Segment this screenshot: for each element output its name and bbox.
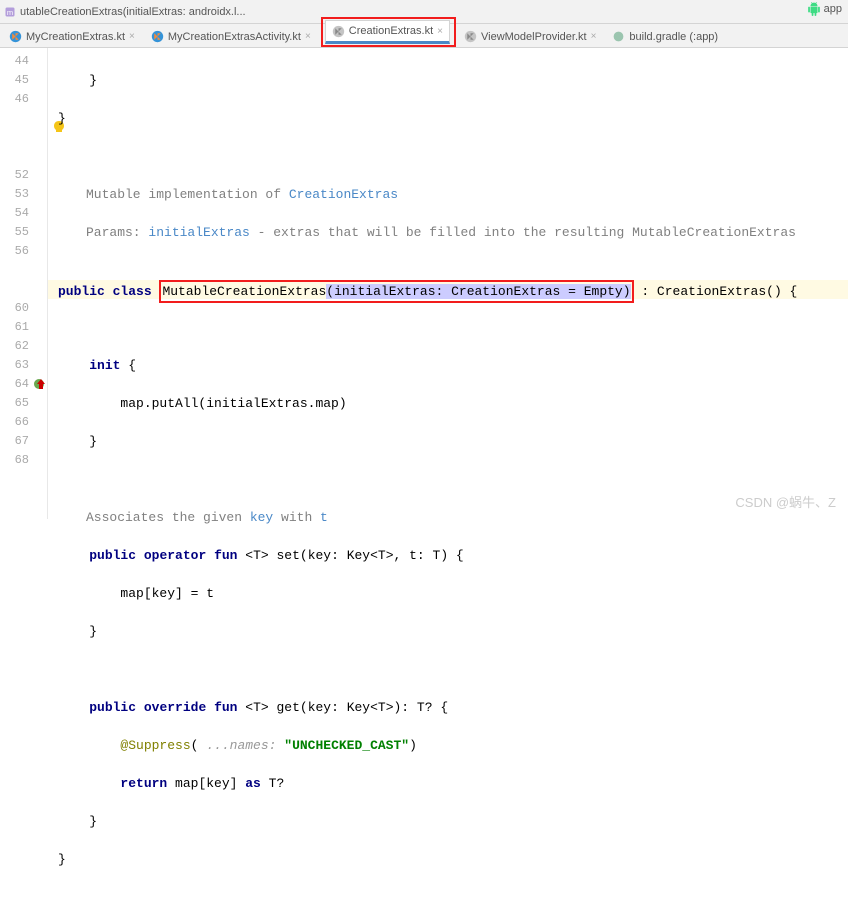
code-line: } [48,812,848,831]
line-number [0,109,47,128]
tab-viewmodelprovider[interactable]: ViewModelProvider.kt× [457,25,603,47]
code-line: return map[key] as T? [48,774,848,793]
line-number [0,261,47,280]
code-content[interactable]: } } Mutable implementation of CreationEx… [48,48,848,519]
kotlin-file-icon [151,30,164,43]
line-gutter: 44 45 46 52 53 54 55 56 60 61 62 63 64 6… [0,48,48,519]
tab-mycreationextrasactivity[interactable]: MyCreationExtrasActivity.kt× [144,25,318,47]
code-line [48,470,848,489]
line-number: 68 [0,451,47,470]
editor-area[interactable]: 44 45 46 52 53 54 55 56 60 61 62 63 64 6… [0,48,848,519]
tab-buildgradle[interactable]: build.gradle (:app) [605,25,725,47]
line-number: 56 [0,242,47,261]
line-number [0,280,47,299]
code-line [48,318,848,337]
line-number: 63 [0,356,47,375]
code-line: map[key] = t [48,584,848,603]
code-line [48,660,848,679]
line-number: 44 [0,52,47,71]
svg-text:m: m [7,8,13,17]
line-number: 46 [0,90,47,109]
code-line: } [48,850,848,869]
code-line: } [48,622,848,641]
code-line: init { [48,356,848,375]
code-line: } [48,432,848,451]
run-config[interactable]: app [807,2,842,16]
line-number: 62 [0,337,47,356]
line-number: 64 [0,375,47,394]
code-line: map.putAll(initialExtras.map) [48,394,848,413]
kotlin-file-icon [464,30,477,43]
close-icon[interactable]: × [305,31,311,42]
tab-creationextras[interactable]: CreationExtras.kt× [325,20,450,44]
code-line [48,261,848,280]
line-number: 53 [0,185,47,204]
line-number: 60 [0,299,47,318]
kotlin-file-icon [9,30,22,43]
code-line: @Suppress( ...names: "UNCHECKED_CAST") [48,736,848,755]
line-number: 52 [0,166,47,185]
line-number: 45 [0,71,47,90]
line-number [0,147,47,166]
highlighted-tab-box: CreationExtras.kt× [321,17,456,47]
line-number: 61 [0,318,47,337]
tab-mycreationextras[interactable]: MyCreationExtras.kt× [2,25,142,47]
close-icon[interactable]: × [129,31,135,42]
code-line: public override fun <T> get(key: Key<T>)… [48,698,848,717]
code-line: } [48,71,848,90]
line-number: 54 [0,204,47,223]
method-icon: m [4,6,16,18]
doc-line: Mutable implementation of CreationExtras [48,185,848,204]
doc-line: Associates the given key with t [48,508,848,527]
doc-line: Params: initialExtras - extras that will… [48,223,848,242]
android-icon [807,2,821,16]
close-icon[interactable]: × [591,31,597,42]
line-number: 66 [0,413,47,432]
line-number: 65 [0,394,47,413]
kotlin-file-icon [332,25,345,38]
code-line [48,147,848,166]
line-number [0,128,47,147]
watermark: CSDN @蜗牛、Z [735,492,836,511]
editor-tabs: MyCreationExtras.kt× MyCreationExtrasAct… [0,24,848,48]
breadcrumb-text: utableCreationExtras(initialExtras: andr… [20,6,246,18]
gradle-file-icon [612,30,625,43]
highlighted-class-box: MutableCreationExtras(initialExtras: Cre… [159,280,633,303]
line-number: 67 [0,432,47,451]
line-number: 55 [0,223,47,242]
code-line: } [48,109,848,128]
code-line-highlighted: public class MutableCreationExtras(initi… [48,280,848,299]
code-line: public operator fun <T> set(key: Key<T>,… [48,546,848,565]
arrow-up-icon [37,379,45,389]
close-icon[interactable]: × [437,26,443,37]
